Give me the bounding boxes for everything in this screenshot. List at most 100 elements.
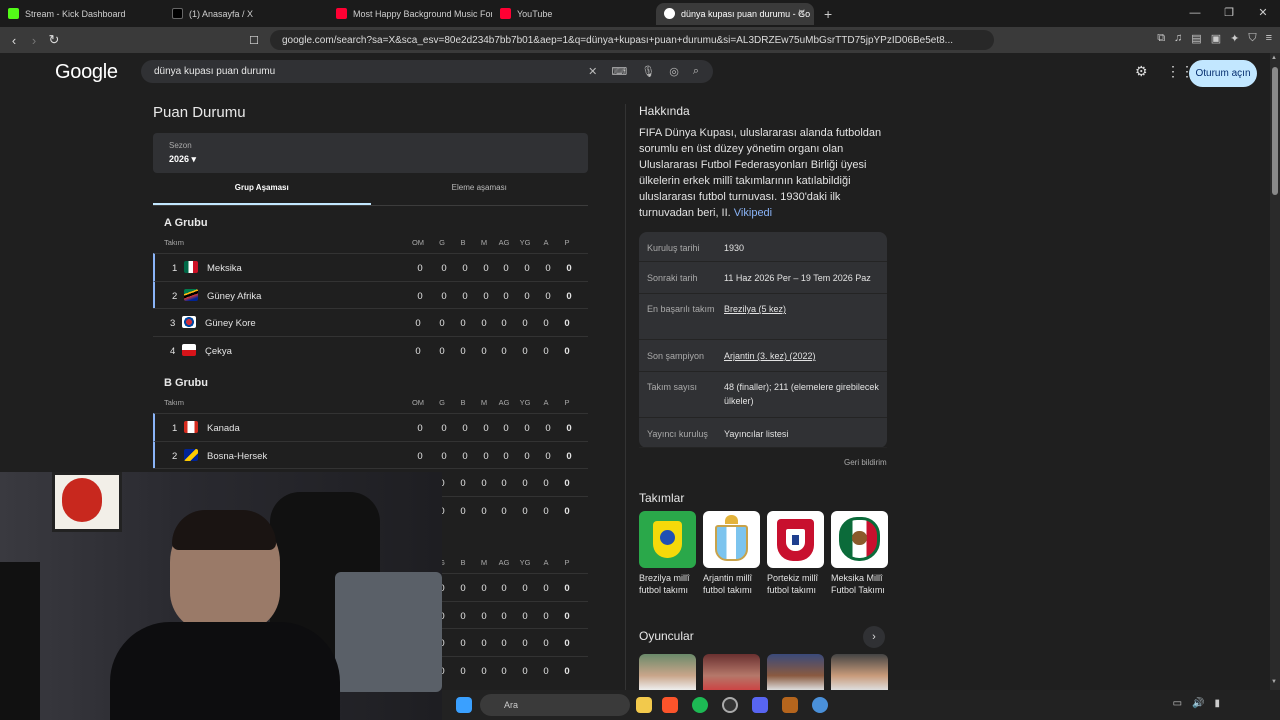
extensions-area: ⧉ ♫ ▤ ▣ ✦ ⛉ ≡ (1157, 32, 1272, 45)
clear-icon[interactable]: ✕ (588, 65, 597, 78)
app-icon[interactable] (782, 697, 798, 713)
stat-value: 0 (460, 583, 466, 594)
column-header-b: B (460, 398, 466, 407)
tab-kick[interactable]: Stream - Kick Dashboard (0, 3, 164, 25)
stat-value: 0 (460, 505, 466, 517)
ai-icon[interactable]: ✦ (1230, 32, 1239, 45)
table-row[interactable]: 2 Bosna-Hersek 0 0 0 0 0 0 0 0 (153, 440, 588, 468)
keyboard-icon[interactable]: ⌨ (611, 65, 627, 78)
wallet-icon[interactable]: ▣ (1211, 32, 1221, 45)
close-icon[interactable]: ✕ (798, 8, 806, 19)
stat-value: 0 (462, 290, 468, 302)
scroll-down-icon[interactable]: ▼ (1271, 679, 1277, 685)
table-row[interactable]: 2 Güney Afrika 0 0 0 0 0 0 0 0 (153, 280, 588, 308)
column-header-b: B (460, 558, 466, 567)
window-controls: — ❐ ✕ (1178, 0, 1280, 27)
wall-sign (335, 572, 442, 692)
team-card-brazil[interactable]: Brezilya millî futbol takımı (639, 511, 696, 596)
stat-value: 0 (481, 610, 487, 622)
tab-knockout-stage[interactable]: Eleme aşaması (371, 177, 589, 205)
team-name: Güney Kore (205, 318, 256, 329)
next-arrow-icon[interactable]: › (863, 626, 885, 648)
tab-youtube[interactable]: YouTube (492, 3, 656, 25)
system-tray: ▭ 🔊 ▮ (1173, 698, 1220, 709)
fact-value[interactable]: Brezilya (5 kez) (724, 302, 879, 316)
stat-value: 0 (524, 450, 530, 462)
google-icon (664, 8, 675, 19)
season-value: 2026 ▾ (169, 154, 197, 164)
search-icon[interactable]: ⌕ (693, 65, 699, 78)
facts-panel: Kuruluş tarihi 1930 Sonraki tarih 11 Haz 20… (639, 232, 887, 448)
page-scrollbar[interactable] (1270, 53, 1280, 690)
spotify-icon[interactable] (692, 697, 708, 713)
table-row[interactable]: 1 Kanada 0 0 0 0 0 0 0 0 (153, 413, 588, 441)
obs-icon[interactable] (722, 697, 738, 713)
file-explorer-icon[interactable] (636, 697, 652, 713)
tab-x[interactable]: (1) Anasayfa / X (164, 3, 328, 25)
address-bar[interactable]: google.com/search?sa=X&sca_esv=80e2d234b… (270, 30, 994, 50)
stat-value: 0 (415, 345, 421, 357)
table-row[interactable]: 1 Meksika 0 0 0 0 0 0 0 0 (153, 253, 588, 281)
stat-value: 0 (460, 638, 466, 649)
feedback-link[interactable]: Geri bildirim (844, 458, 887, 467)
column-header-a: A (543, 238, 549, 247)
lens-icon[interactable]: ◎ (669, 65, 679, 78)
chrome-icon[interactable] (812, 697, 828, 713)
restore-icon[interactable]: ❐ (1212, 0, 1246, 27)
brave-icon[interactable] (662, 697, 678, 713)
about-title: Hakkında (639, 104, 690, 118)
tab-group-stage[interactable]: Grup Aşaması (153, 177, 371, 205)
battery-icon[interactable]: ▮ (1214, 698, 1220, 709)
taskbar-search[interactable]: Ara (480, 694, 630, 716)
windows-start-icon[interactable] (456, 697, 472, 713)
stat-value: 0 (522, 478, 528, 489)
new-tab-button[interactable]: + (824, 6, 832, 22)
player-image[interactable] (639, 654, 696, 690)
team-card-argentina[interactable]: Arjantin millî futbol takımı (703, 511, 760, 596)
reload-icon[interactable]: ↻ (44, 32, 64, 48)
player-image[interactable] (767, 654, 824, 690)
team-card-portugal[interactable]: Portekiz millî futbol takımı (767, 511, 824, 596)
bookmark-icon[interactable]: ☐ (244, 34, 264, 47)
music-icon[interactable]: ♫ (1174, 32, 1182, 45)
wikipedia-link[interactable]: Vikipedi (734, 207, 772, 219)
sidebar-icon[interactable]: ▤ (1191, 32, 1201, 45)
google-logo[interactable]: Google (55, 61, 118, 84)
fact-value[interactable]: Arjantin (3. kez) (2022) (724, 349, 879, 363)
back-icon[interactable]: ‹ (4, 33, 24, 48)
player-image[interactable] (831, 654, 888, 690)
forward-icon[interactable]: › (24, 33, 44, 48)
tab-music[interactable]: Most Happy Background Music For V (328, 3, 492, 25)
shield-icon[interactable]: ⛉ (1248, 32, 1256, 45)
column-header-ag: AG (498, 238, 510, 247)
table-row[interactable]: 4 Çekya 0 0 0 0 0 0 0 0 (153, 335, 588, 364)
player-image[interactable] (703, 654, 760, 690)
fact-row: Kuruluş tarihi 1930 (639, 232, 887, 262)
tab-google-search[interactable]: dünya kupası puan durumu - Go ✕ (656, 2, 814, 25)
team-card-mexico[interactable]: Meksika Millî Futbol Takımı (831, 511, 888, 596)
stat-value: 0 (503, 263, 509, 274)
scrollbar-thumb[interactable] (1272, 67, 1278, 195)
settings-gear-icon[interactable]: ⚙ (1135, 63, 1148, 80)
network-icon[interactable]: ▭ (1173, 698, 1182, 709)
scroll-up-icon[interactable]: ▲ (1271, 55, 1277, 61)
country-flag-icon (182, 316, 196, 328)
table-row[interactable]: 3 Güney Kore 0 0 0 0 0 0 0 0 (153, 308, 588, 336)
signin-button[interactable]: Oturum açın (1189, 60, 1257, 87)
fact-row: Son şampiyon Arjantin (3. kez) (2022) (639, 340, 887, 372)
stat-value: 0 (439, 345, 445, 357)
volume-icon[interactable]: 🔊 (1192, 698, 1204, 709)
minimize-icon[interactable]: — (1178, 0, 1212, 27)
search-input[interactable]: dünya kupası puan durumu ✕ ⌨ 🎙 ◎ ⌕ (141, 60, 713, 83)
stat-value: 0 (543, 665, 549, 677)
stat-value: 0 (522, 345, 528, 357)
close-window-icon[interactable]: ✕ (1246, 0, 1280, 27)
windows-taskbar: Ara ▭ 🔊 ▮ (442, 690, 1280, 720)
extensions-icon[interactable]: ⧉ (1157, 32, 1165, 45)
menu-icon[interactable]: ≡ (1266, 32, 1272, 45)
google-header: Google dünya kupası puan durumu ✕ ⌨ 🎙 ◎ … (0, 53, 1270, 93)
discord-icon[interactable] (752, 697, 768, 713)
season-selector[interactable]: Sezon 2026 ▾ (153, 133, 588, 173)
microphone-icon[interactable]: 🎙 (641, 65, 655, 78)
stat-value: 0 (501, 583, 507, 594)
